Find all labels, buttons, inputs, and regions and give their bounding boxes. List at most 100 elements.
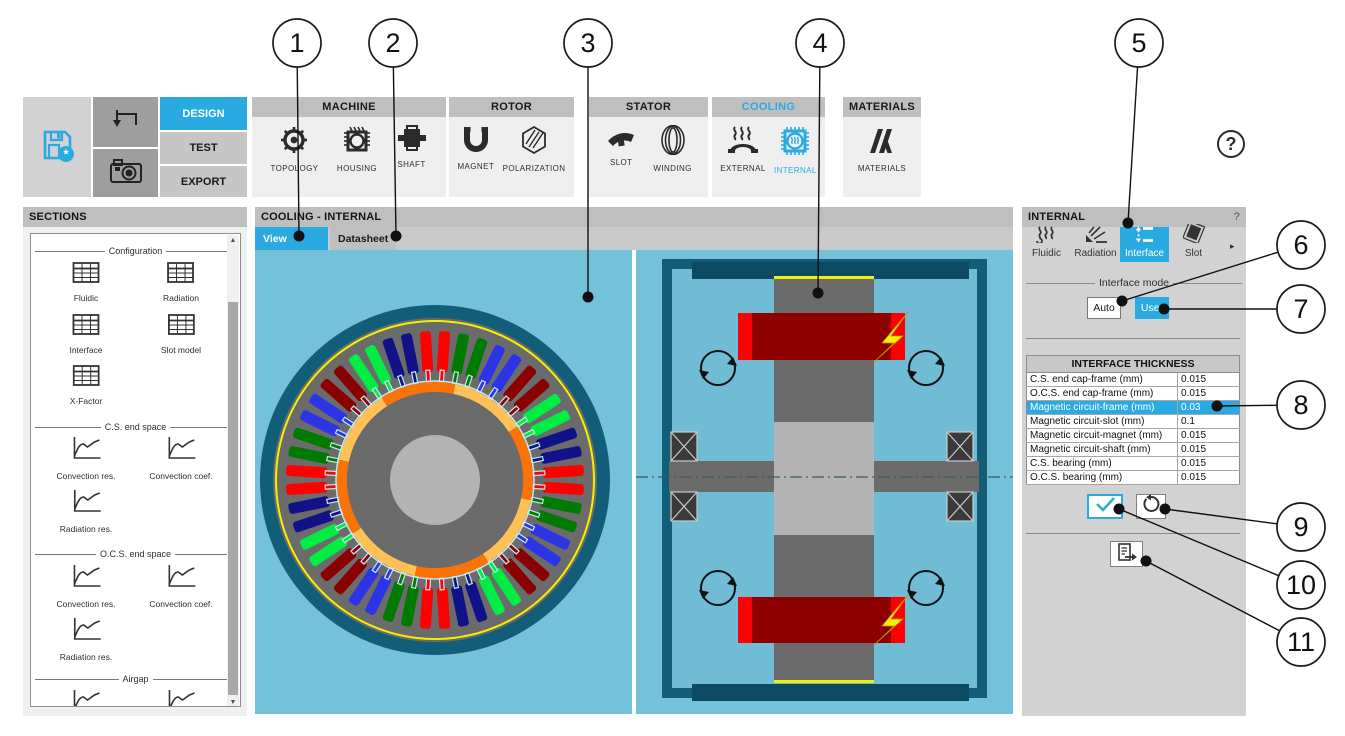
toolbar-group-stator: STATOR SLOT WINDING xyxy=(589,97,708,197)
thickness-value[interactable]: 0.015 xyxy=(1178,373,1240,387)
table-icon xyxy=(73,262,100,288)
export-mode-button[interactable]: EXPORT xyxy=(160,166,247,197)
toolbar-item-label: SHAFT xyxy=(397,160,425,169)
toolbar-item-label: MAGNET xyxy=(457,162,494,171)
toolbar-item-internal[interactable]: INTERNAL xyxy=(774,125,817,175)
thickness-value[interactable]: 0.015 xyxy=(1178,387,1240,401)
toolbar-item-winding[interactable]: WINDING xyxy=(653,125,691,173)
thickness-row-3[interactable]: Magnetic circuit-slot (mm) 0.1 xyxy=(1027,415,1240,429)
section-group-title: Configuration xyxy=(31,246,240,256)
toolbar-group-title: COOLING xyxy=(712,97,825,117)
section-item-airgap-curve[interactable] xyxy=(166,689,197,707)
callout-number: 2 xyxy=(385,28,400,58)
internal-tab-slot[interactable]: Slot xyxy=(1169,227,1218,262)
restore-button[interactable] xyxy=(1136,494,1166,519)
section-item-radiation-res-[interactable]: Radiation res. xyxy=(60,617,112,662)
section-item-slot-model[interactable]: Slot model xyxy=(161,314,201,355)
tab-datasheet[interactable]: Datasheet xyxy=(330,227,396,250)
toolbar-item-topology[interactable]: TOPOLOGY xyxy=(270,125,318,173)
panel-help-icon[interactable]: ? xyxy=(1234,211,1240,223)
axial-cross-section-view xyxy=(636,250,1013,714)
internal-tab-fluidic[interactable]: Fluidic xyxy=(1022,227,1071,262)
sections-panel: Configuration Fluidic Radiation Interfac… xyxy=(23,227,247,716)
chart-icon xyxy=(70,617,101,647)
toolbar-group-body: SLOT WINDING xyxy=(589,117,708,197)
section-item-label: Convection res. xyxy=(56,599,115,609)
test-mode-button[interactable]: TEST xyxy=(160,132,247,164)
section-item-interface[interactable]: Interface xyxy=(69,314,102,355)
slot-model-icon xyxy=(1183,224,1205,246)
section-item-radiation-res-[interactable]: Radiation res. xyxy=(60,489,112,534)
design-mode-button[interactable]: DESIGN xyxy=(160,97,247,130)
apply-button[interactable] xyxy=(1087,494,1123,519)
toolbar-item-external[interactable]: EXTERNAL xyxy=(720,125,765,173)
help-button[interactable]: ? xyxy=(1217,130,1245,158)
interface-mode-auto-button[interactable]: Auto xyxy=(1087,297,1121,319)
materials-icon xyxy=(866,125,898,160)
export-results-button[interactable] xyxy=(1110,541,1143,567)
section-item-label: Radiation xyxy=(163,293,199,303)
thickness-label: Magnetic circuit-slot (mm) xyxy=(1027,415,1178,429)
internal-cooling-icon xyxy=(779,125,811,162)
external-cooling-icon xyxy=(726,125,760,160)
thickness-row-1[interactable]: O.C.S. end cap-frame (mm) 0.015 xyxy=(1027,387,1240,401)
save-button[interactable]: * xyxy=(23,97,91,197)
thickness-row-7[interactable]: O.C.S. bearing (mm) 0.015 xyxy=(1027,471,1240,485)
section-item-convection-coef-[interactable]: Convection coef. xyxy=(149,436,212,481)
sections-panel-title: SECTIONS xyxy=(23,207,247,227)
thickness-row-6[interactable]: C.S. bearing (mm) 0.015 xyxy=(1027,457,1240,471)
scrollbar-thumb[interactable] xyxy=(228,302,238,695)
sections-scrollbar[interactable]: ▲ ▼ xyxy=(227,235,239,707)
internal-tab-radiation[interactable]: Radiation xyxy=(1071,227,1120,262)
thickness-value[interactable]: 0.1 xyxy=(1178,415,1240,429)
shaft-icon xyxy=(396,125,428,156)
internal-tab-interface[interactable]: Interface xyxy=(1120,227,1169,262)
section-item-convection-coef-[interactable]: Convection coef. xyxy=(149,564,212,609)
callout-number: 1 xyxy=(289,28,304,58)
thickness-value[interactable]: 0.015 xyxy=(1178,443,1240,457)
chart-icon xyxy=(165,436,196,466)
toolbar-item-slot[interactable]: SLOT xyxy=(605,125,637,167)
toolbar-item-shaft[interactable]: SHAFT xyxy=(396,125,428,169)
toolbar-item-polarization[interactable]: POLARIZATION xyxy=(503,125,566,173)
chart-icon xyxy=(165,564,196,594)
section-item-convection-res-[interactable]: Convection res. xyxy=(56,564,115,609)
topology-icon xyxy=(279,125,309,160)
scroll-down-icon[interactable]: ▼ xyxy=(227,697,239,707)
toolbar-item-materials[interactable]: MATERIALS xyxy=(858,125,906,173)
tab-view[interactable]: View xyxy=(255,227,328,250)
more-tabs-arrow[interactable]: ▸ xyxy=(1230,241,1235,252)
thickness-label: Magnetic circuit-frame (mm) xyxy=(1027,401,1178,415)
section-item-radiation[interactable]: Radiation xyxy=(163,262,199,303)
callout-circle-11 xyxy=(1277,618,1325,666)
section-item-convection-res-[interactable]: Convection res. xyxy=(56,436,115,481)
toolbar-item-label: WINDING xyxy=(653,164,691,173)
callout-circle-7 xyxy=(1277,285,1325,333)
thickness-value[interactable]: 0.03 xyxy=(1178,401,1240,415)
scroll-up-icon[interactable]: ▲ xyxy=(227,235,239,245)
toolbar-item-magnet[interactable]: MAGNET xyxy=(457,125,494,171)
thickness-value[interactable]: 0.015 xyxy=(1178,429,1240,443)
thickness-row-0[interactable]: C.S. end cap-frame (mm) 0.015 xyxy=(1027,373,1240,387)
thickness-value[interactable]: 0.015 xyxy=(1178,457,1240,471)
section-item-label: Fluidic xyxy=(74,293,99,303)
thickness-row-4[interactable]: Magnetic circuit-magnet (mm) 0.015 xyxy=(1027,429,1240,443)
toolbar-item-housing[interactable]: HOUSING xyxy=(337,125,377,173)
view-tabstrip: View Datasheet xyxy=(255,227,1013,250)
section-item-airgap-curve[interactable] xyxy=(71,689,102,707)
thickness-value[interactable]: 0.015 xyxy=(1178,471,1240,485)
section-item-x-factor[interactable]: X-Factor xyxy=(70,365,103,406)
interface-mode-label: Interface mode xyxy=(1022,277,1246,289)
section-item-label: Convection coef. xyxy=(149,471,212,481)
snapshot-button[interactable] xyxy=(93,149,158,197)
toolbar-group-rotor: ROTOR MAGNET POLARIZATION xyxy=(449,97,574,197)
callout-number: 10 xyxy=(1286,570,1316,600)
callout-number: 9 xyxy=(1293,512,1308,542)
callout-circle-2 xyxy=(369,19,417,67)
check-icon xyxy=(1093,495,1117,518)
thickness-row-5[interactable]: Magnetic circuit-shaft (mm) 0.015 xyxy=(1027,443,1240,457)
interface-mode-user-button[interactable]: User xyxy=(1135,297,1169,319)
back-step-button[interactable] xyxy=(93,97,158,147)
section-item-fluidic[interactable]: Fluidic xyxy=(73,262,100,303)
thickness-row-2[interactable]: Magnetic circuit-frame (mm) 0.03 xyxy=(1027,401,1240,415)
